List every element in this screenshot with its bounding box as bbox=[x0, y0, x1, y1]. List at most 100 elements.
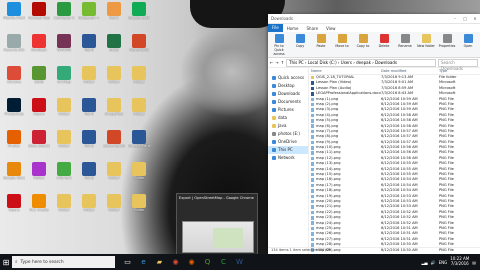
desktop-icon[interactable]: Chrome bbox=[3, 66, 25, 92]
desktop-icon[interactable]: Word bbox=[78, 130, 100, 156]
ribbon-button[interactable]: Copy bbox=[291, 33, 309, 56]
explorer-icon[interactable]: ▰ bbox=[153, 256, 166, 269]
desktop-icon[interactable]: Folder bbox=[128, 98, 150, 124]
minimize-icon[interactable]: – bbox=[450, 16, 460, 21]
desktop-icon[interactable]: Folder bbox=[78, 194, 100, 220]
desktop-icon[interactable]: Folder bbox=[128, 162, 150, 188]
desktop-icon[interactable]: Folder bbox=[128, 194, 150, 220]
word-icon[interactable]: W bbox=[233, 256, 246, 269]
ribbon-button[interactable]: Properties bbox=[438, 33, 456, 56]
nav-item[interactable]: data bbox=[268, 114, 308, 122]
ribbon-button[interactable]: Move to bbox=[333, 33, 351, 56]
network-icon[interactable]: ▂▄ bbox=[421, 260, 427, 265]
column-name[interactable]: Name bbox=[311, 68, 381, 74]
ribbon-button[interactable]: Delete bbox=[375, 33, 393, 56]
start-button[interactable]: ⊞ bbox=[0, 254, 12, 270]
nav-item[interactable]: Documents bbox=[268, 98, 308, 106]
desktop-icon[interactable]: Folder bbox=[28, 162, 50, 188]
ribbon-button[interactable]: Pin to Quick access bbox=[270, 33, 288, 56]
app-icon bbox=[82, 2, 96, 16]
desktop-icon[interactable]: Folder bbox=[78, 66, 100, 92]
file-explorer-window[interactable]: Downloads – □ ✕ File Home Share View Pin… bbox=[268, 14, 480, 254]
qgis-icon[interactable]: Q bbox=[201, 256, 214, 269]
desktop-icon[interactable]: Paint bbox=[103, 2, 125, 28]
desktop-icon[interactable]: Notepad++ bbox=[78, 2, 100, 28]
desktop-icon[interactable]: Camtasia 9 bbox=[53, 2, 75, 28]
chrome-icon[interactable]: ◉ bbox=[169, 256, 182, 269]
desktop-icon[interactable]: Google Earth bbox=[128, 130, 150, 156]
desktop-icon[interactable]: Acrobat Reader bbox=[28, 2, 50, 28]
desktop-icon[interactable]: Word bbox=[78, 98, 100, 124]
desktop-icon[interactable]: shapefiles bbox=[103, 98, 125, 124]
desktop-icon[interactable]: PowerPoint bbox=[128, 34, 150, 60]
desktop-icon[interactable]: AnyDesk bbox=[28, 34, 50, 60]
desktop-icon[interactable]: Folder bbox=[53, 130, 75, 156]
desktop-icon[interactable]: uTorrent bbox=[53, 162, 75, 188]
taskbar-search[interactable]: ⌕ Type here to search bbox=[12, 256, 115, 268]
desktop-icon[interactable]: WinRAR bbox=[53, 34, 75, 60]
desktop-icon[interactable]: Style Selector bbox=[28, 130, 50, 156]
tab-view[interactable]: View bbox=[322, 26, 340, 31]
nav-item[interactable]: This PC bbox=[268, 146, 308, 154]
desktop-icon[interactable]: Folder bbox=[103, 194, 125, 220]
up-icon[interactable]: ↑ bbox=[281, 60, 284, 65]
nav-item[interactable]: Downloads bbox=[268, 90, 308, 98]
clock[interactable]: 10:22 AM 7/3/2016 bbox=[450, 257, 469, 266]
ribbon-button[interactable]: Open bbox=[459, 33, 477, 56]
taskbar-thumbnail-preview[interactable]: Export | OpenStreetMap - Google Chrome bbox=[176, 193, 258, 255]
explorer-titlebar[interactable]: Downloads – □ ✕ bbox=[268, 14, 480, 24]
desktop-icon[interactable]: Word bbox=[78, 162, 100, 188]
nav-item[interactable]: OneDrive bbox=[268, 138, 308, 146]
desktop-icon[interactable]: Recycle Bin bbox=[3, 34, 25, 60]
ribbon-button[interactable]: New folder bbox=[417, 33, 435, 56]
tab-home[interactable]: Home bbox=[283, 26, 303, 31]
nav-item[interactable]: Quick access bbox=[268, 74, 308, 82]
volume-icon[interactable]: 🔊 bbox=[431, 260, 436, 265]
language-indicator[interactable]: ENG bbox=[439, 260, 448, 265]
ribbon-button[interactable]: Copy to bbox=[354, 33, 372, 56]
close-icon[interactable]: ✕ bbox=[470, 16, 480, 21]
desktop-icon[interactable]: ArcMap bbox=[53, 66, 75, 92]
address-bar[interactable]: This PC › Local Disk (C:) › Users › deep… bbox=[286, 58, 436, 67]
tab-share[interactable]: Share bbox=[303, 26, 323, 31]
forward-icon[interactable]: → bbox=[275, 60, 278, 65]
desktop-icon[interactable]: Folder bbox=[103, 66, 125, 92]
desktop-icon[interactable]: Opera bbox=[3, 194, 25, 220]
file-icon bbox=[311, 216, 314, 220]
desktop-icon[interactable]: Opera bbox=[28, 98, 50, 124]
ribbon-button[interactable]: Rename bbox=[396, 33, 414, 56]
notifications-icon[interactable]: ▤ bbox=[472, 260, 476, 265]
desktop-icon[interactable]: Folder bbox=[53, 194, 75, 220]
firefox-icon[interactable]: ◉ bbox=[185, 256, 198, 269]
desktop-icon[interactable]: Excel bbox=[103, 34, 125, 60]
task-view-icon[interactable]: ▭ bbox=[121, 256, 134, 269]
column-type[interactable]: Type bbox=[439, 68, 463, 74]
desktop-icon[interactable]: presentation bbox=[103, 130, 125, 156]
nav-item[interactable]: Java bbox=[268, 122, 308, 130]
search-input[interactable]: Search Downloads bbox=[438, 58, 478, 71]
back-icon[interactable]: ← bbox=[270, 60, 273, 65]
nav-item[interactable]: Desktop bbox=[268, 82, 308, 90]
column-date[interactable]: Date modified bbox=[381, 68, 439, 74]
ribbon-label: Properties bbox=[438, 44, 456, 48]
desktop-icon[interactable]: Folder bbox=[53, 98, 75, 124]
desktop-icon[interactable]: Firefox bbox=[3, 130, 25, 156]
desktop-icon[interactable]: Google Earth bbox=[128, 2, 150, 28]
edge-icon[interactable]: e bbox=[137, 256, 150, 269]
desktop-icon[interactable]: Folder bbox=[103, 162, 125, 188]
desktop-icon[interactable]: Word bbox=[78, 34, 100, 60]
desktop-icon[interactable]: Folder bbox=[128, 66, 150, 92]
camtasia-icon[interactable]: C bbox=[217, 256, 230, 269]
preview-thumbnail[interactable] bbox=[182, 221, 254, 253]
desktop-icon[interactable]: Mozilla Firefox bbox=[3, 2, 25, 28]
nav-item[interactable]: Network bbox=[268, 154, 308, 162]
nav-item[interactable]: Pictures bbox=[268, 106, 308, 114]
desktop-icon[interactable]: Google Docs bbox=[3, 162, 25, 188]
tab-file[interactable]: File bbox=[268, 24, 283, 32]
desktop-icon[interactable]: Photoshop bbox=[3, 98, 25, 124]
ribbon-button[interactable]: Paste bbox=[312, 33, 330, 56]
desktop-icon[interactable]: VLC media bbox=[28, 194, 50, 220]
maximize-icon[interactable]: □ bbox=[460, 16, 470, 21]
desktop-icon[interactable]: QGIS bbox=[28, 66, 50, 92]
nav-item[interactable]: photos (E:) bbox=[268, 130, 308, 138]
